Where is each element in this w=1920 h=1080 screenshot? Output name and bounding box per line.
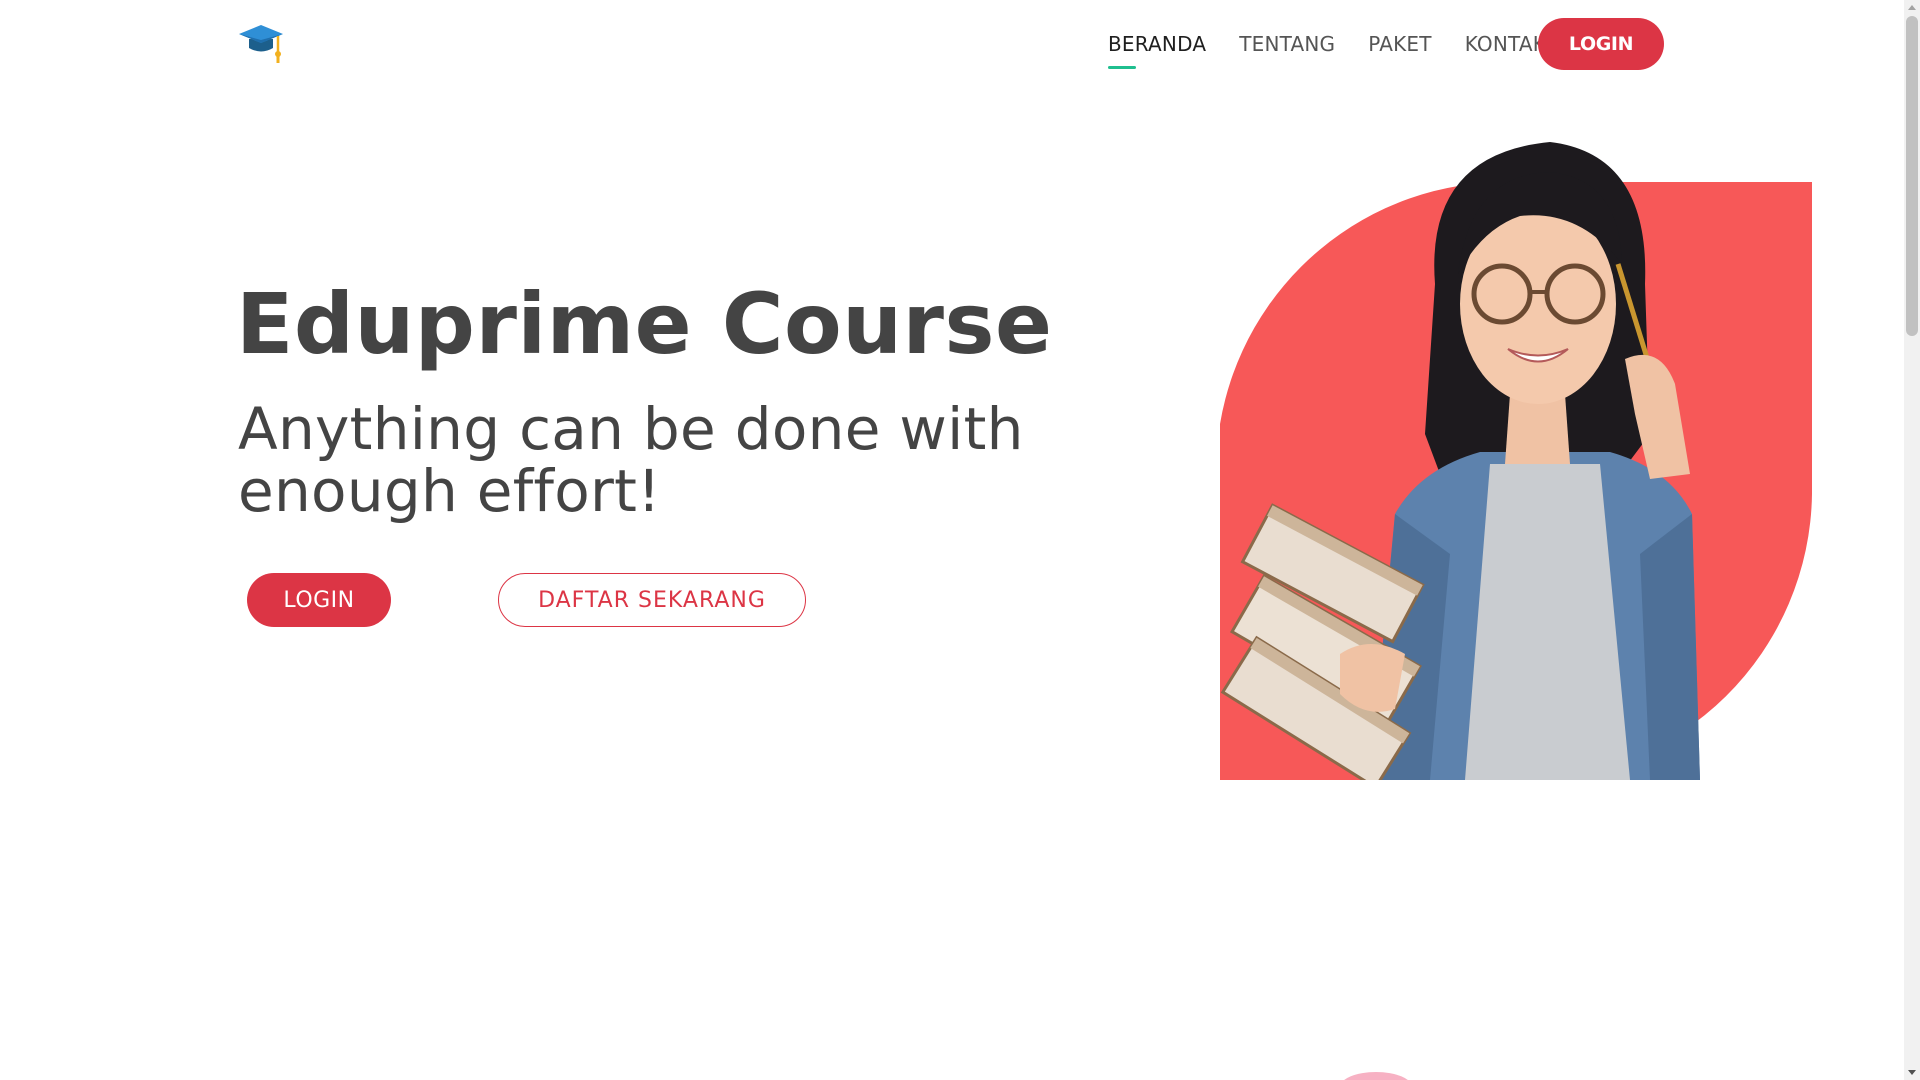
navbar: BERANDA TENTANG PAKET KONTAK LOGIN bbox=[0, 0, 1904, 88]
decorative-blob bbox=[1340, 1072, 1412, 1080]
scroll-up-arrow-icon[interactable] bbox=[1908, 5, 1916, 10]
nav-link-label: BERANDA bbox=[1108, 32, 1207, 56]
hero-login-button[interactable]: LOGIN bbox=[247, 573, 391, 627]
nav-link-kontak[interactable]: KONTAK bbox=[1465, 32, 1546, 56]
hero-subtitle: Anything can be done with enough effort! bbox=[238, 395, 1024, 525]
nav-link-label: PAKET bbox=[1368, 32, 1432, 56]
scroll-down-arrow-icon[interactable] bbox=[1908, 1070, 1916, 1075]
register-now-button[interactable]: DAFTAR SEKARANG bbox=[498, 573, 806, 627]
hero-title: Eduprime Course bbox=[236, 275, 1053, 373]
page: BERANDA TENTANG PAKET KONTAK LOGIN Edupr… bbox=[0, 0, 1904, 1080]
student-with-books-photo bbox=[1220, 134, 1816, 790]
active-nav-underline bbox=[1108, 66, 1136, 69]
page-scrollbar[interactable] bbox=[1904, 0, 1920, 1080]
main-nav: BERANDA TENTANG PAKET KONTAK bbox=[1108, 18, 1579, 70]
nav-link-paket[interactable]: PAKET bbox=[1368, 32, 1431, 56]
nav-login-button[interactable]: LOGIN bbox=[1538, 18, 1664, 70]
nav-link-beranda[interactable]: BERANDA bbox=[1108, 32, 1207, 69]
nav-link-label: KONTAK bbox=[1464, 32, 1547, 56]
graduation-cap-icon[interactable] bbox=[237, 22, 285, 66]
nav-link-tentang[interactable]: TENTANG bbox=[1239, 32, 1335, 56]
nav-link-label: TENTANG bbox=[1239, 32, 1336, 56]
scrollbar-thumb[interactable] bbox=[1906, 16, 1918, 336]
